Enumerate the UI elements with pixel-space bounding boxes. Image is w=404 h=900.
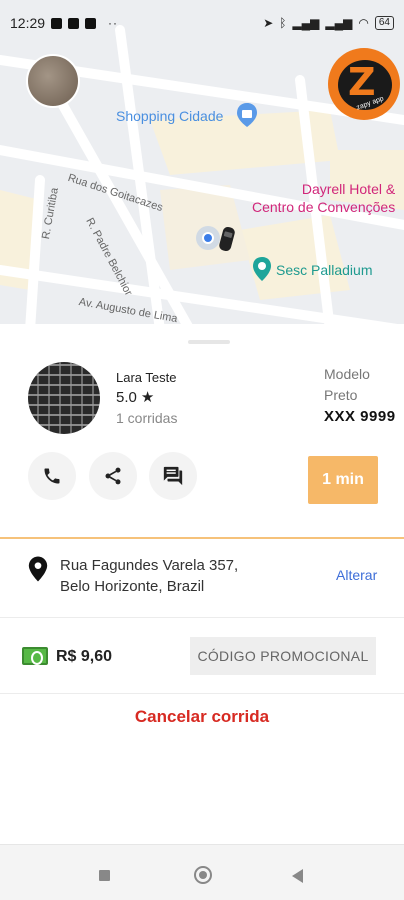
car-plate: XXX 9999	[324, 408, 396, 425]
wifi-icon: ◠	[358, 16, 369, 30]
message-button[interactable]	[149, 452, 197, 500]
cash-icon	[22, 647, 48, 665]
driver-photo	[28, 362, 100, 434]
divider	[0, 693, 404, 694]
status-time: 12:29	[10, 15, 46, 31]
home-button[interactable]	[194, 866, 212, 884]
location-pin-icon	[28, 556, 48, 582]
notification-icon	[68, 17, 80, 29]
call-button[interactable]	[28, 452, 76, 500]
ride-sheet: Lara Teste 5.0 ★ 1 corridas Modelo Preto …	[0, 324, 404, 844]
eta-badge: 1 min	[308, 456, 378, 504]
status-bar: 12:29 ·· ➤ ᛒ ▂▄▆ ▂▄▆ ◠ 64	[0, 0, 404, 46]
notification-icon	[51, 17, 63, 29]
car-color: Preto	[324, 387, 358, 403]
sesc-pin-icon	[253, 257, 271, 281]
map-poi-hotel: Dayrell Hotel & Centro de Convenções	[252, 180, 395, 216]
share-icon	[105, 467, 121, 485]
signal-icon: ▂▄▆	[325, 16, 353, 30]
recents-button[interactable]	[99, 870, 110, 881]
divider	[0, 617, 404, 618]
battery-icon: 64	[374, 16, 394, 30]
map-poi-sesc: Sesc Palladium	[276, 262, 373, 278]
driver-rating: 5.0 ★	[116, 388, 154, 406]
driver-rides: 1 corridas	[116, 410, 178, 426]
destination-address: Rua Fagundes Varela 357, Belo Horizonte,…	[60, 555, 310, 597]
ride-price: R$ 9,60	[56, 648, 113, 665]
notification-icon	[85, 17, 97, 29]
driver-rating-value: 5.0	[116, 389, 137, 406]
signal-icon: ▂▄▆	[292, 16, 320, 30]
promo-code-button[interactable]: CÓDIGO PROMOCIONAL	[190, 637, 376, 675]
phone-icon	[44, 468, 60, 484]
cancel-ride-button[interactable]: Cancelar corrida	[0, 707, 404, 727]
car-marker-icon	[219, 226, 235, 252]
more-notifications-icon: ··	[108, 16, 119, 30]
back-button[interactable]	[292, 869, 303, 883]
driver-name: Lara Teste	[116, 370, 177, 385]
map-poi-hotel-line1: Dayrell Hotel &	[301, 181, 396, 197]
shopping-pin-icon	[237, 103, 257, 127]
chat-icon	[163, 466, 183, 486]
sheet-drag-handle[interactable]	[188, 340, 230, 344]
map-view[interactable]: Shopping Cidade Dayrell Hotel & Centro d…	[0, 0, 404, 330]
share-button[interactable]	[89, 452, 137, 500]
map-roads	[0, 0, 404, 330]
user-avatar[interactable]	[26, 54, 80, 108]
location-icon: ➤	[263, 16, 274, 30]
divider	[0, 537, 404, 539]
car-model: Modelo	[324, 366, 370, 382]
brand-logo: Z zapy app	[328, 48, 400, 120]
map-poi-shopping: Shopping Cidade	[116, 108, 224, 124]
map-poi-hotel-line2: Centro de Convenções	[252, 199, 396, 215]
change-destination-link[interactable]: Alterar	[336, 567, 377, 583]
destination-address-line1: Rua Fagundes Varela 357,	[60, 557, 239, 574]
system-nav-bar	[0, 844, 404, 900]
bluetooth-icon: ᛒ	[279, 16, 287, 30]
destination-address-line2: Belo Horizonte, Brazil	[60, 578, 205, 595]
star-icon: ★	[140, 389, 155, 406]
